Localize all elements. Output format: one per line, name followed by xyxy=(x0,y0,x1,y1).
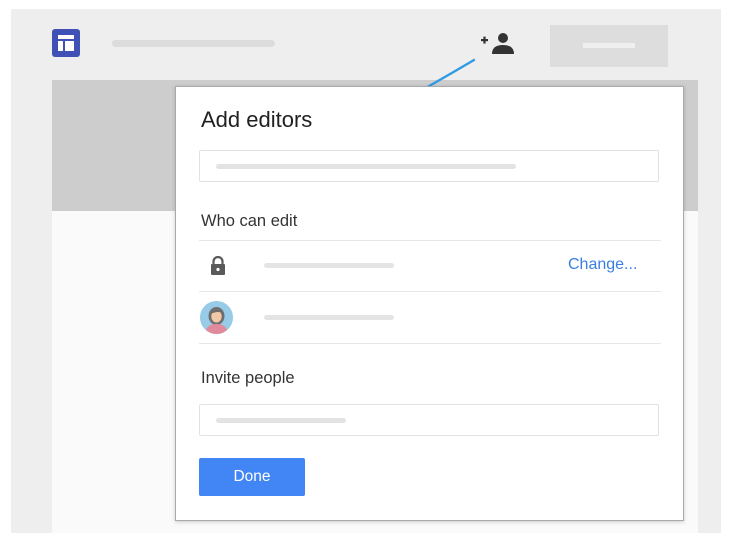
who-can-edit-label: Who can edit xyxy=(201,212,298,230)
divider xyxy=(199,291,661,292)
share-button-placeholder xyxy=(583,43,635,48)
share-button[interactable] xyxy=(550,25,668,67)
input-placeholder-bar xyxy=(216,164,516,169)
input-placeholder-bar xyxy=(216,418,346,423)
invite-people-label: Invite people xyxy=(201,369,295,387)
dialog-title: Add editors xyxy=(201,107,313,132)
document-title-placeholder xyxy=(112,40,275,47)
add-editors-input[interactable] xyxy=(199,150,659,182)
forms-app-icon[interactable] xyxy=(52,29,80,57)
divider xyxy=(199,240,661,241)
editor-name-placeholder xyxy=(264,315,394,320)
lock-icon xyxy=(209,255,227,276)
invite-people-input[interactable] xyxy=(199,404,659,436)
person-add-icon[interactable] xyxy=(479,30,521,58)
change-link[interactable]: Change... xyxy=(568,256,637,274)
done-button[interactable]: Done xyxy=(199,458,305,496)
avatar xyxy=(200,301,233,334)
add-editors-dialog: Add editors Who can edit Change... Invit… xyxy=(175,86,684,521)
access-setting-placeholder xyxy=(264,263,394,268)
divider xyxy=(199,343,661,344)
